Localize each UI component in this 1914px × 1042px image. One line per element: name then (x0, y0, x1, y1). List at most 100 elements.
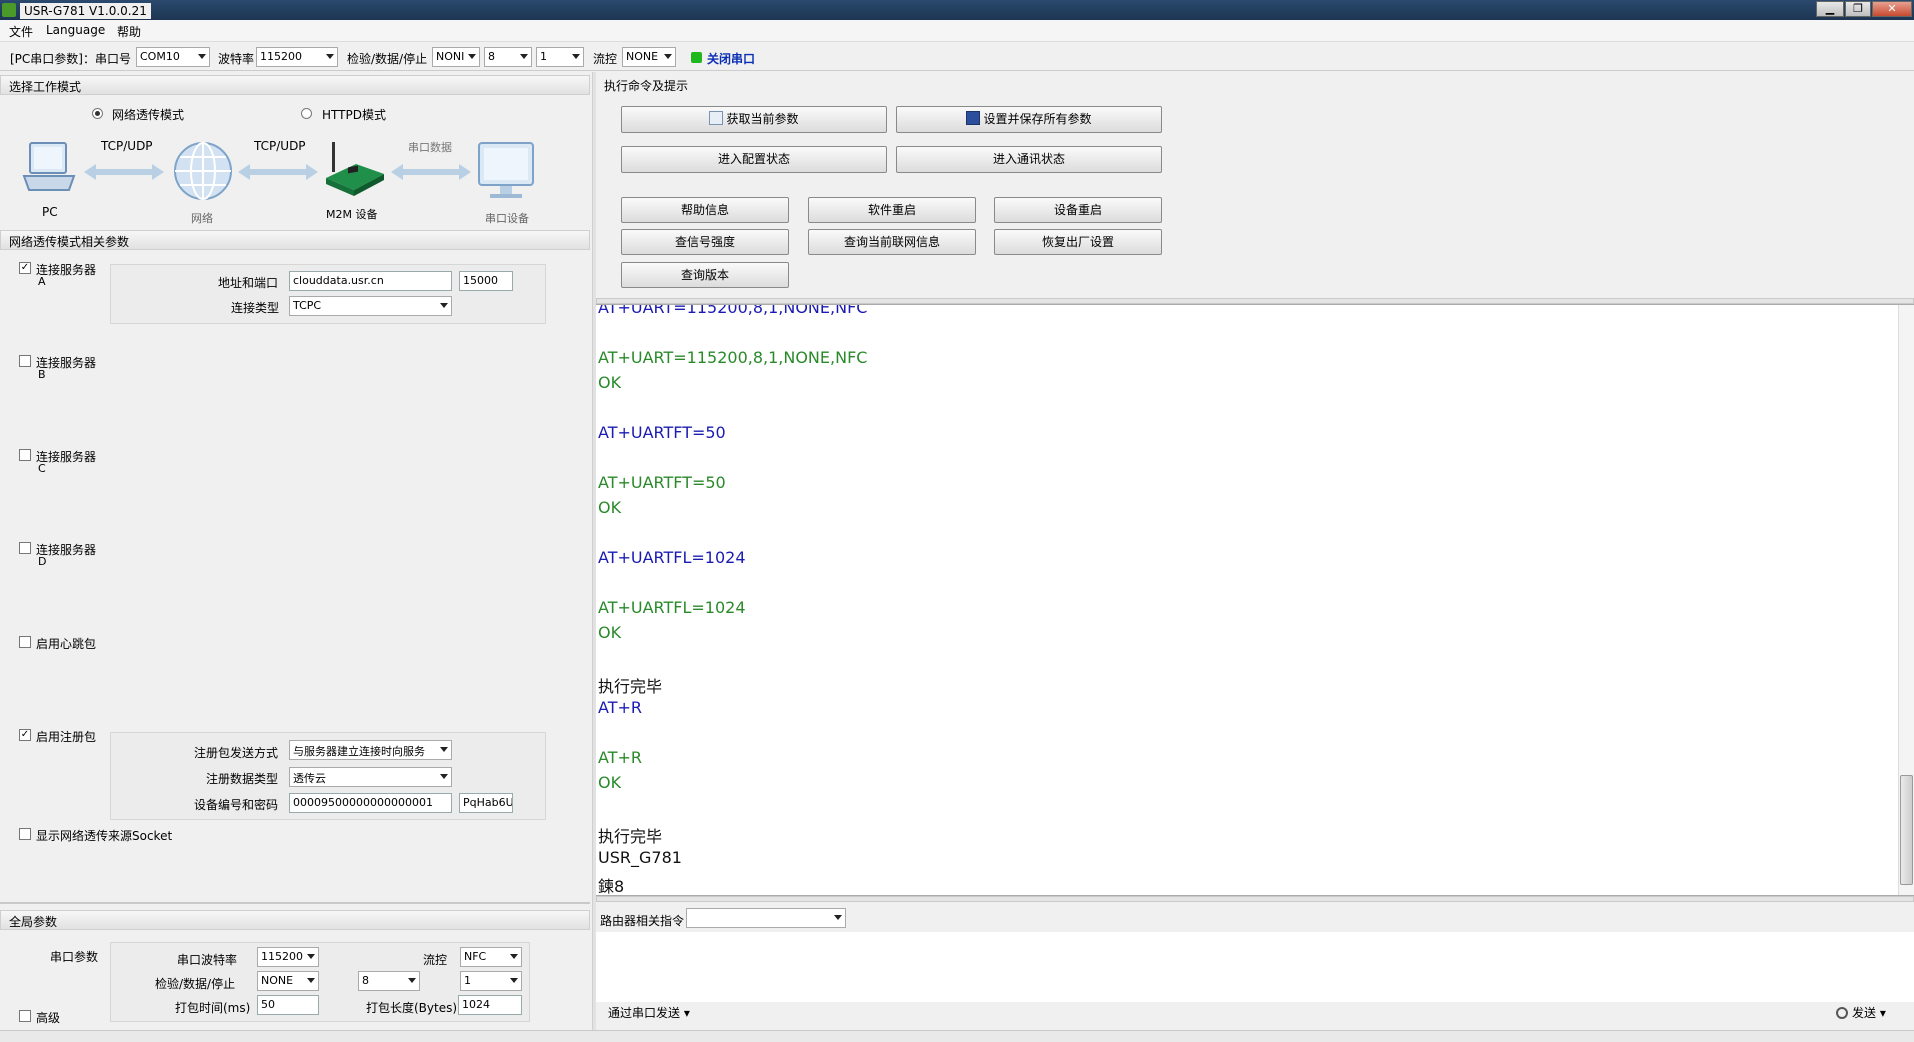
chevron-down-icon (572, 54, 580, 59)
global-flow-select[interactable]: NFC (460, 947, 522, 967)
get-params-button[interactable]: 获取当前参数 (621, 106, 887, 133)
m2m-device-icon (322, 138, 386, 200)
chevron-down-icon (440, 774, 448, 779)
baud-select[interactable]: 115200 (256, 47, 338, 67)
server-d-checkbox[interactable] (19, 542, 31, 554)
global-flow-label: 流控 (423, 953, 448, 967)
server-a-checkbox[interactable]: ✓ (19, 262, 31, 274)
minimize-button[interactable]: ▁ (1816, 1, 1844, 17)
scrollbar-thumb[interactable] (1900, 775, 1913, 885)
help-info-button[interactable]: 帮助信息 (621, 197, 789, 223)
connection-type-label: 连接类型 (231, 301, 280, 315)
chevron-down-icon (326, 54, 334, 59)
close-window-button[interactable]: ✕ (1872, 1, 1912, 17)
mode-net-radio[interactable] (92, 108, 103, 119)
pc-serial-label: [PC串口参数]：串口号 (10, 52, 131, 66)
chevron-down-icon (834, 915, 842, 920)
console-line: USR_G781 (598, 848, 682, 867)
maximize-button[interactable]: ❐ (1845, 1, 1871, 17)
pack-length-input[interactable]: 1024 (458, 995, 522, 1015)
monitor-icon (476, 140, 536, 202)
global-parity-select[interactable]: NONE (257, 971, 319, 991)
parity-select[interactable]: NONI (432, 47, 480, 67)
console-bottom-splitter[interactable] (596, 896, 1914, 902)
menu-help[interactable]: 帮助 (117, 23, 141, 40)
menu-file[interactable]: 文件 (9, 23, 33, 40)
chevron-down-icon (307, 978, 315, 983)
flow-select[interactable]: NONE (622, 47, 676, 67)
register-checkbox[interactable]: ✓ (19, 729, 31, 741)
global-stopbits-select[interactable]: 1 (460, 971, 522, 991)
heartbeat-checkbox[interactable] (19, 636, 31, 648)
signal-strength-button[interactable]: 查信号强度 (621, 229, 789, 255)
console-line: AT+R (598, 748, 642, 767)
register-dtype-select[interactable]: 透传云 (289, 767, 452, 787)
pack-time-input[interactable]: 50 (257, 995, 319, 1015)
device-id-input[interactable]: 00009500000000000001 (289, 793, 452, 813)
chevron-down-icon (198, 54, 206, 59)
port-select[interactable]: COM10 (136, 47, 210, 67)
console-line: 鍊8 (598, 877, 625, 896)
server-d-suffix: D (38, 555, 47, 568)
query-version-button[interactable]: 查询版本 (621, 262, 789, 288)
document-search-icon (709, 111, 724, 125)
set-save-button[interactable]: 设置并保存所有参数 (896, 106, 1162, 133)
chevron-down-icon (307, 954, 315, 959)
console-line: OK (598, 373, 622, 392)
router-cmd-select[interactable] (686, 908, 846, 928)
network-info-button[interactable]: 查询当前联网信息 (808, 229, 976, 255)
global-baud-select[interactable]: 115200 (257, 947, 319, 967)
connection-type-select[interactable]: TCPC (289, 296, 452, 316)
send-icon (1836, 1007, 1848, 1019)
mode-http-radio[interactable] (301, 108, 312, 119)
console-line: AT+UART=115200,8,1,NONE,NFC (598, 304, 868, 317)
global-header: 全局参数 (0, 910, 590, 930)
console-line: AT+UARTFL=1024 (598, 598, 746, 617)
chevron-down-icon (440, 747, 448, 752)
server-address-input[interactable]: clouddata.usr.cn (289, 271, 452, 291)
send-via-select[interactable]: 通过串口发送 ▾ (608, 1004, 690, 1021)
mode-http-label: HTTPD模式 (322, 108, 386, 122)
console-line: OK (598, 498, 622, 517)
console-output[interactable]: AT+UART=115200,8,1,NONE,NFC AT+UART=1152… (596, 304, 1914, 896)
cmd-header: 执行命令及提示 (596, 75, 1914, 95)
stopbits-select[interactable]: 1 (536, 47, 584, 67)
show-socket-checkbox[interactable] (19, 828, 31, 840)
menu-bar: 文件 Language 帮助 (0, 20, 1914, 42)
send-input-area[interactable] (596, 932, 1914, 1002)
databits-select[interactable]: 8 (484, 47, 532, 67)
global-databits-select[interactable]: 8 (358, 971, 420, 991)
server-b-checkbox[interactable] (19, 355, 31, 367)
console-line: AT+R (598, 698, 642, 717)
flow-label: 流控 (593, 52, 618, 66)
device-password-input[interactable]: PqHab6U (459, 793, 513, 813)
save-icon (966, 111, 981, 125)
enter-comm-button[interactable]: 进入通讯状态 (896, 146, 1162, 173)
close-port-button[interactable]: 关闭串口 (707, 50, 755, 67)
serial-data-label: 串口数据 (408, 141, 452, 154)
register-dtype-label: 注册数据类型 (206, 772, 279, 786)
global-parity-label: 检验/数据/停止 (155, 977, 236, 991)
device-restart-button[interactable]: 设备重启 (994, 197, 1162, 223)
address-port-label: 地址和端口 (218, 276, 279, 290)
pc-label: PC (42, 205, 58, 219)
globe-icon (172, 140, 234, 202)
console-scrollbar[interactable] (1898, 305, 1914, 895)
menu-language[interactable]: Language (46, 23, 105, 37)
heartbeat-label: 启用心跳包 (36, 637, 97, 651)
server-c-checkbox[interactable] (19, 449, 31, 461)
chevron-down-icon (408, 978, 416, 983)
send-button[interactable]: 发送 ▾ (1836, 1004, 1886, 1021)
register-send-label: 注册包发送方式 (194, 746, 279, 760)
enter-config-button[interactable]: 进入配置状态 (621, 146, 887, 173)
server-port-input[interactable]: 15000 (459, 271, 513, 291)
factory-reset-button[interactable]: 恢复出厂设置 (994, 229, 1162, 255)
software-restart-button[interactable]: 软件重启 (808, 197, 976, 223)
m2m-label: M2M 设备 (326, 208, 378, 221)
register-send-select[interactable]: 与服务器建立连接时向服务 (289, 740, 452, 760)
advanced-checkbox[interactable] (19, 1010, 31, 1022)
chevron-down-icon (510, 954, 518, 959)
tcp-udp-label-2: TCP/UDP (254, 139, 306, 153)
params-header: 网络透传模式相关参数 (0, 230, 590, 250)
router-cmd-label: 路由器相关指令 (600, 914, 685, 928)
